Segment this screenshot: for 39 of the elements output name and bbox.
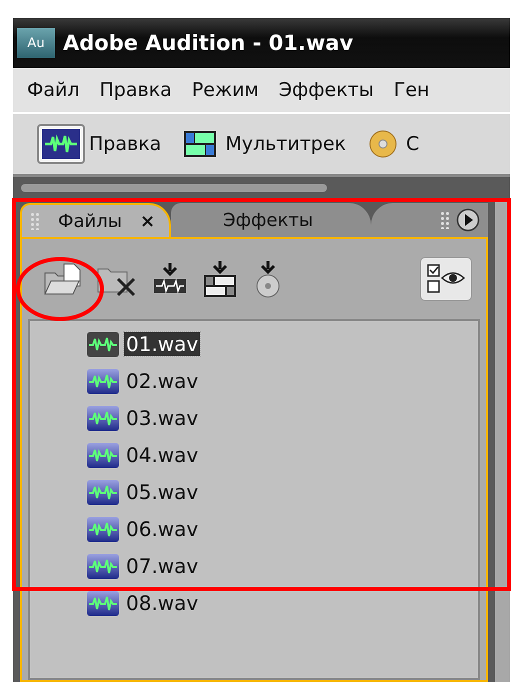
grip-icon	[440, 211, 450, 229]
workspace-button[interactable]: Правка	[35, 122, 164, 166]
menu-item[interactable]: Ген	[394, 79, 430, 101]
panel-tab[interactable]: Эффекты	[171, 203, 372, 237]
checklist-eye-icon	[426, 263, 466, 295]
file-item[interactable]: 05.wav	[124, 480, 200, 504]
menu-item[interactable]: Файл	[27, 79, 80, 101]
file-item[interactable]: 06.wav	[124, 516, 200, 540]
waveform-file-icon	[86, 514, 120, 542]
waveform-file-icon	[86, 330, 120, 358]
tab-close-button[interactable]: ×	[140, 210, 156, 232]
menu-item[interactable]: Эффекты	[278, 79, 374, 101]
workspace-button[interactable]: C	[362, 123, 422, 165]
file-item[interactable]: 03.wav	[124, 406, 200, 430]
app-logo: Au	[17, 28, 55, 58]
menu-item[interactable]: Режим	[192, 79, 259, 101]
multitrack-icon	[183, 130, 218, 158]
workspace-button[interactable]: Мультитрек	[177, 124, 348, 164]
tab-label: Файлы	[58, 210, 122, 232]
waveform-file-icon	[86, 440, 120, 468]
view-toggle-button[interactable]	[420, 257, 472, 301]
file-item[interactable]: 08.wav	[124, 590, 200, 614]
waveform-file-icon	[86, 588, 120, 616]
panel-menu-icon	[456, 208, 480, 232]
cd-icon	[368, 129, 398, 159]
waveform-icon	[41, 128, 81, 160]
file-item[interactable]: 04.wav	[124, 442, 200, 466]
grip-icon	[30, 212, 40, 230]
waveform-file-icon	[86, 366, 120, 394]
waveform-file-icon	[86, 478, 120, 506]
panel-tab[interactable]: Файлы ×	[20, 203, 172, 237]
waveform-file-icon	[86, 552, 120, 580]
file-item[interactable]: 01.wav	[124, 332, 200, 356]
window-title: Adobe Audition - 01.wav	[63, 31, 354, 55]
file-item[interactable]: 02.wav	[124, 368, 200, 392]
waveform-file-icon	[86, 404, 120, 432]
tab-label: Эффекты	[223, 210, 314, 230]
file-item[interactable]: 07.wav	[124, 554, 200, 578]
menu-item[interactable]: Правка	[100, 79, 172, 101]
